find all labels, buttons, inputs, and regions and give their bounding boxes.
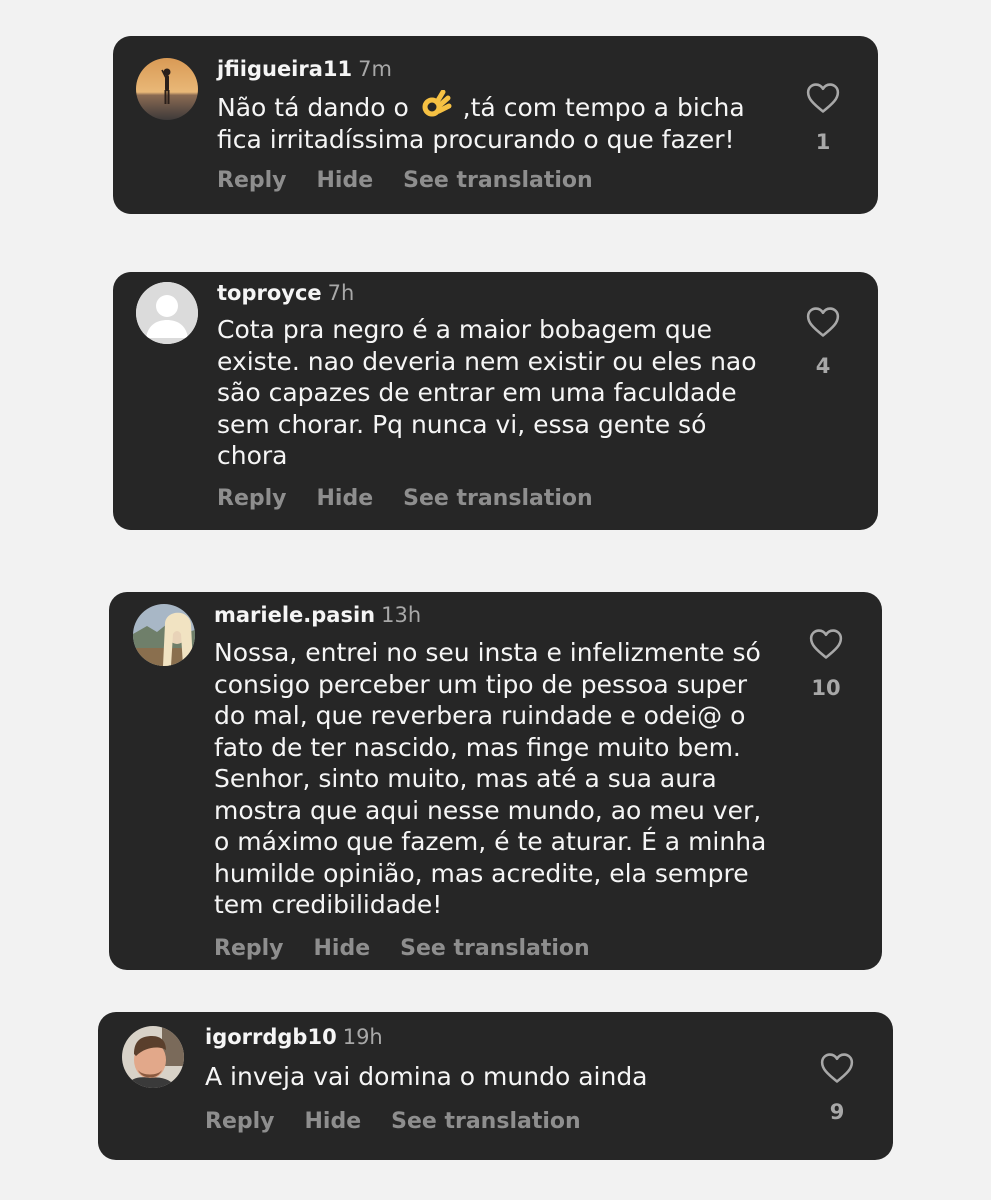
like-count: 4 xyxy=(815,354,831,378)
hide-button[interactable]: Hide xyxy=(317,168,374,193)
timestamp: 7h xyxy=(327,281,355,305)
comment-header: mariele.pasin 13h xyxy=(214,602,421,628)
timestamp: 19h xyxy=(342,1025,383,1049)
comment-text: Cota pra negro é a maior bobagem que exi… xyxy=(217,315,757,470)
heart-outline-icon xyxy=(806,83,840,113)
username[interactable]: igorrdgb10 xyxy=(205,1025,337,1049)
like-button[interactable] xyxy=(803,306,843,338)
see-translation-button[interactable]: See translation xyxy=(400,936,590,961)
see-translation-button[interactable]: See translation xyxy=(403,486,593,511)
heart-outline-icon xyxy=(820,1053,854,1083)
see-translation-button[interactable]: See translation xyxy=(403,168,593,193)
comment-actions: Reply Hide See translation xyxy=(205,1109,611,1134)
comment-card: igorrdgb10 19h A inveja vai domina o mund… xyxy=(98,1012,893,1160)
comment-header: jfiigueira11 7m xyxy=(217,56,392,82)
default-user-icon xyxy=(136,282,198,344)
comment-text: Não tá dando o ,tá com tempo a bicha fic… xyxy=(217,89,777,155)
hide-button[interactable]: Hide xyxy=(317,486,374,511)
avatar[interactable] xyxy=(136,282,198,344)
timestamp: 7m xyxy=(358,57,392,81)
see-translation-button[interactable]: See translation xyxy=(391,1109,581,1134)
comment-actions: Reply Hide See translation xyxy=(214,936,620,961)
reply-button[interactable]: Reply xyxy=(217,486,287,511)
heart-outline-icon xyxy=(809,629,843,659)
username[interactable]: toproyce xyxy=(217,281,322,305)
like-count: 1 xyxy=(815,130,831,154)
ok-hand-emoji-icon xyxy=(419,89,453,120)
avatar-photo-image xyxy=(133,604,195,666)
like-count: 10 xyxy=(811,676,841,700)
comment-card: toproyce 7h Cota pra negro é a maior boba… xyxy=(113,272,878,530)
comment-text: Nossa, entrei no seu insta e infelizment… xyxy=(214,638,767,919)
reply-button[interactable]: Reply xyxy=(214,936,284,961)
reply-button[interactable]: Reply xyxy=(205,1109,275,1134)
comment-header: igorrdgb10 19h xyxy=(205,1024,383,1050)
like-button[interactable] xyxy=(806,628,846,660)
like-button[interactable] xyxy=(803,82,843,114)
comment-actions: Reply Hide See translation xyxy=(217,168,623,193)
username[interactable]: mariele.pasin xyxy=(214,603,375,627)
avatar[interactable] xyxy=(133,604,195,666)
comment-text-part: Não tá dando o xyxy=(217,93,417,122)
like-button[interactable] xyxy=(817,1052,857,1084)
avatar[interactable] xyxy=(136,58,198,120)
avatar-photo-image xyxy=(122,1026,184,1088)
avatar-sunset-image xyxy=(136,58,198,120)
comment-actions: Reply Hide See translation xyxy=(217,486,623,511)
comment-card: mariele.pasin 13h Nossa, entrei no seu in… xyxy=(109,592,882,970)
like-count: 9 xyxy=(829,1100,845,1124)
comment-header: toproyce 7h xyxy=(217,280,354,306)
comment-text: A inveja vai domina o mundo ainda xyxy=(205,1062,648,1091)
timestamp: 13h xyxy=(381,603,422,627)
hide-button[interactable]: Hide xyxy=(305,1109,362,1134)
username[interactable]: jfiigueira11 xyxy=(217,57,352,81)
comment-card: jfiigueira11 7m Não tá dando o ,tá com te… xyxy=(113,36,878,214)
avatar[interactable] xyxy=(122,1026,184,1088)
heart-outline-icon xyxy=(806,307,840,337)
hide-button[interactable]: Hide xyxy=(314,936,371,961)
reply-button[interactable]: Reply xyxy=(217,168,287,193)
